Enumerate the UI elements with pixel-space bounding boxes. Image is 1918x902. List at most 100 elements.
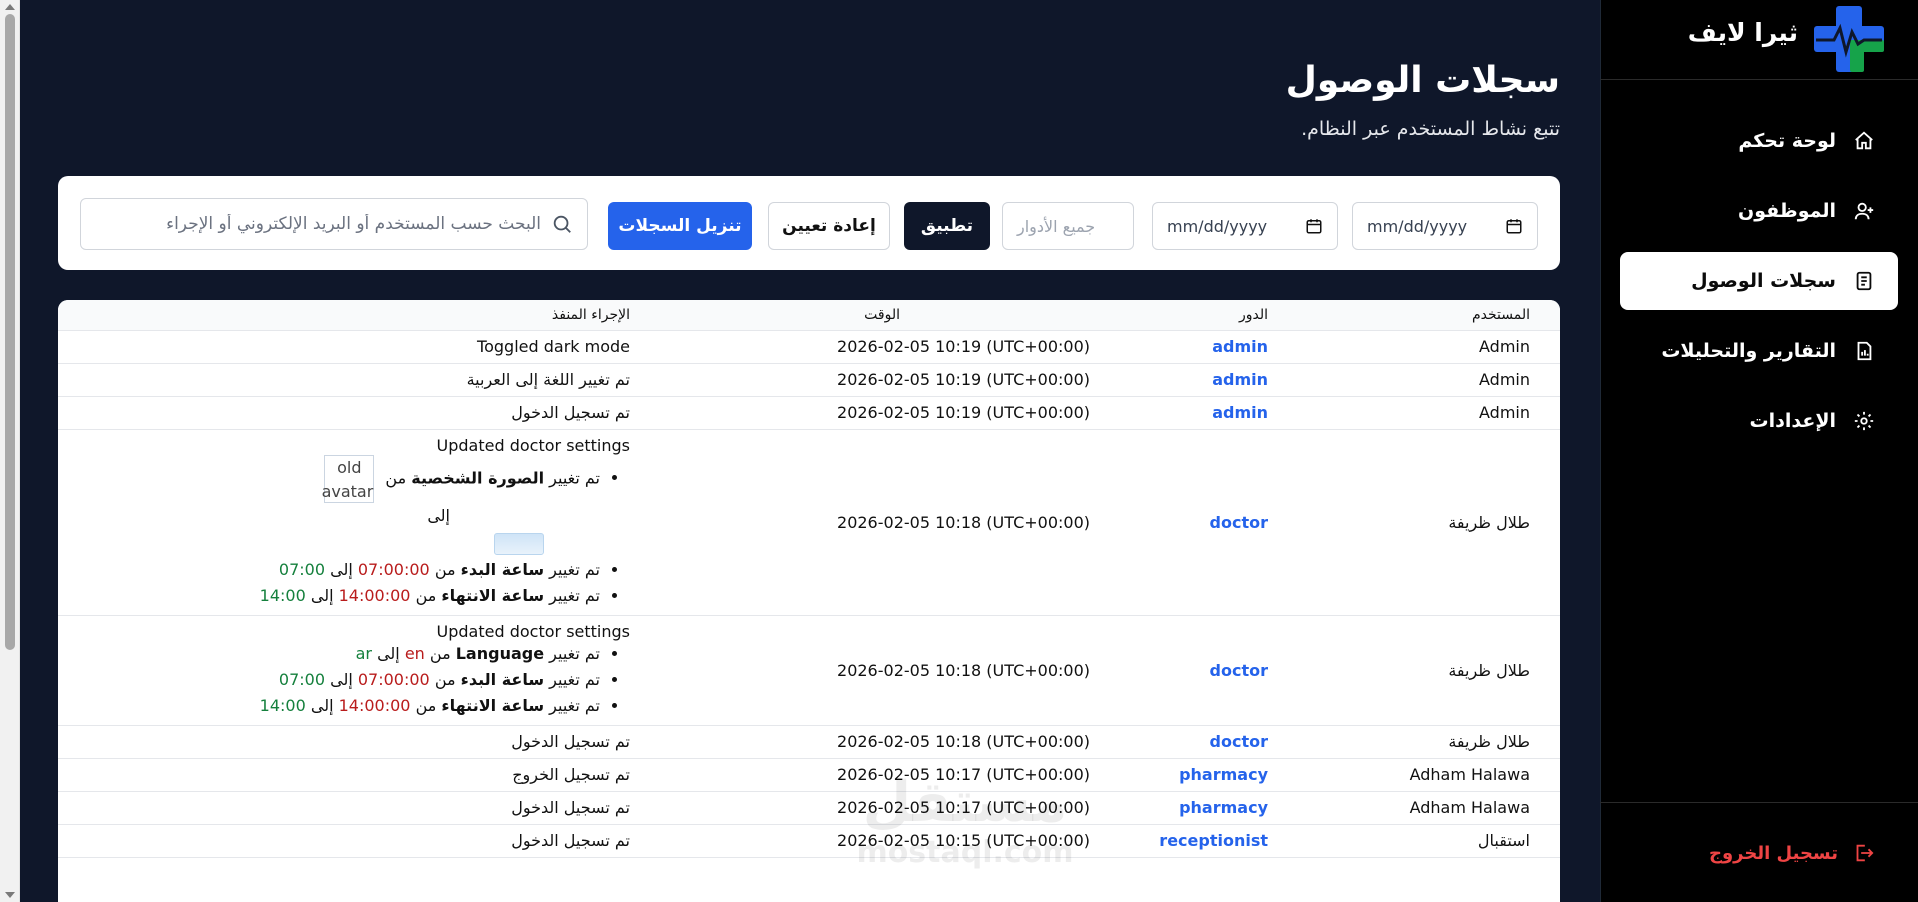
cell-action: تم تسجيل الدخول [511,831,630,850]
change-list: تم تغيير Language من en إلى ar تم تغيير … [58,641,612,719]
cell-role: admin [1212,337,1268,356]
cell-time: 2026-02-05 10:15 (UTC+00:00) [837,831,1090,850]
cell-time: 2026-02-05 10:19 (UTC+00:00) [837,370,1090,389]
date-from-input[interactable]: mm/dd/yyyy [1352,202,1538,250]
calendar-icon [1506,219,1522,234]
role-select[interactable]: جميع الأدوار [1002,202,1134,250]
cell-action: تم تسجيل الدخول [511,732,630,751]
apply-button[interactable]: تطبيق [904,202,990,250]
cell-action: تم تغيير اللغة إلى العربية [466,370,630,389]
role-select-value: جميع الأدوار [1017,216,1096,236]
page-subtitle: تتبع نشاط المستخدم عبر النظام. [1301,118,1560,140]
table-header-row: المستخدم الدور الوقت الإجراء المنفذ [58,300,1560,331]
cell-time: 2026-02-05 10:17 (UTC+00:00) [837,798,1090,817]
cell-time: 2026-02-05 10:18 (UTC+00:00) [837,512,1090,532]
new-avatar-image [494,532,544,555]
page-title: سجلات الوصول [1285,60,1560,101]
sidebar-item-label: التقارير والتحليلات [1661,340,1836,362]
sidebar: ثيرا لايف لوحة تحكم الموظفون سجلات الوصو… [1600,0,1918,902]
scroll-down-arrow[interactable] [5,892,15,898]
report-icon [1852,339,1876,363]
cell-action: Updated doctor settings [436,435,630,455]
filter-bar: mm/dd/yyyy mm/dd/yyyy جميع الأدوار تطبيق… [58,176,1560,270]
sidebar-item-label: الموظفون [1738,200,1836,222]
cell-user: Adham Halawa [1290,758,1560,792]
home-icon [1852,129,1876,153]
cell-user: طلال ظريفة [1290,725,1560,759]
date-to-input[interactable]: mm/dd/yyyy [1152,202,1338,250]
scroll-up-arrow[interactable] [5,4,15,10]
cell-role: pharmacy [1179,798,1268,817]
change-item: تم تغيير Language من en إلى ar [58,641,600,667]
cell-role: doctor [1209,660,1268,680]
cell-time: 2026-02-05 10:19 (UTC+00:00) [837,337,1090,356]
change-item: تم تغيير الصورة الشخصية من old avatar إل… [58,454,600,555]
logs-table: المستخدم الدور الوقت الإجراء المنفذ Admi… [58,300,1560,902]
table-row: طلال ظريفة doctor 2026-02-05 10:18 (UTC+… [58,615,1560,726]
cell-user: طلال ظريفة [1290,429,1560,616]
change-item: تم تغيير ساعة البدء من 07:00:00 إلى 07:0… [58,557,600,583]
cell-action: تم تسجيل الخروج [512,765,630,784]
cell-role: receptionist [1159,831,1268,850]
cell-user: Adham Halawa [1290,791,1560,825]
window-scrollbar[interactable] [0,0,20,902]
cell-user: Admin [1290,363,1560,397]
col-header-time: الوقت [630,300,1090,331]
table-row: طلال ظريفة doctor 2026-02-05 10:18 (UTC+… [58,429,1560,616]
cell-action: Updated doctor settings [436,621,630,641]
sidebar-item-access-logs[interactable]: سجلات الوصول [1620,252,1898,310]
cell-user: استقبال [1290,824,1560,858]
col-header-user: المستخدم [1290,300,1560,331]
cell-role: admin [1212,403,1268,422]
search-input[interactable] [95,214,551,234]
date-placeholder: mm/dd/yyyy [1367,216,1468,236]
table-row: Adham Halawa pharmacy 2026-02-05 10:17 (… [58,791,1560,825]
cell-time: 2026-02-05 10:18 (UTC+00:00) [837,660,1090,680]
user-plus-icon [1852,199,1876,223]
sidebar-item-label: سجلات الوصول [1691,270,1836,292]
cell-action: تم تسجيل الدخول [511,798,630,817]
cell-user: Admin [1290,330,1560,364]
brand: ثيرا لايف [1600,0,1918,80]
gear-icon [1852,409,1876,433]
old-avatar-image: old avatar [322,454,375,503]
calendar-icon [1306,219,1322,234]
clipboard-icon [1852,269,1876,293]
download-logs-button[interactable]: تنزيل السجلات [608,202,752,250]
cell-action: Toggled dark mode [477,337,630,356]
col-header-action: الإجراء المنفذ [58,300,630,331]
search-icon [553,215,571,233]
cell-action: تم تسجيل الدخول [511,403,630,422]
sidebar-item-dashboard[interactable]: لوحة تحكم [1620,112,1898,170]
table-row: استقبال receptionist 2026-02-05 10:15 (U… [58,824,1560,858]
col-header-role: الدور [1090,300,1290,331]
date-placeholder: mm/dd/yyyy [1167,216,1268,236]
cell-role: admin [1212,370,1268,389]
cell-user: طلال ظريفة [1290,615,1560,726]
change-item: تم تغيير ساعة الانتهاء من 14:00:00 إلى 1… [58,583,600,609]
logout-button[interactable]: تسجيل الخروج [1709,841,1876,865]
search-box[interactable] [80,198,588,250]
sidebar-item-label: الإعدادات [1749,410,1836,432]
scroll-thumb[interactable] [5,14,15,650]
reset-button[interactable]: إعادة تعيين [768,202,890,250]
cell-role: doctor [1209,512,1268,532]
change-item: تم تغيير ساعة البدء من 07:00:00 إلى 07:0… [58,667,600,693]
change-item: تم تغيير ساعة الانتهاء من 14:00:00 إلى 1… [58,693,600,719]
cell-time: 2026-02-05 10:18 (UTC+00:00) [837,732,1090,751]
change-list: تم تغيير الصورة الشخصية من old avatar إل… [58,454,612,609]
cell-role: pharmacy [1179,765,1268,784]
sidebar-nav: لوحة تحكم الموظفون سجلات الوصول التقارير… [1620,112,1898,462]
table-row: Admin admin 2026-02-05 10:19 (UTC+00:00)… [58,363,1560,397]
cell-user: Admin [1290,396,1560,430]
table-row: Admin admin 2026-02-05 10:19 (UTC+00:00)… [58,396,1560,430]
cell-time: 2026-02-05 10:19 (UTC+00:00) [837,403,1090,422]
brand-logo-icon [1814,6,1884,72]
sidebar-item-reports[interactable]: التقارير والتحليلات [1620,322,1898,380]
table-row: Admin admin 2026-02-05 10:19 (UTC+00:00)… [58,330,1560,364]
sidebar-item-settings[interactable]: الإعدادات [1620,392,1898,450]
sidebar-item-staff[interactable]: الموظفون [1620,182,1898,240]
table-row: طلال ظريفة doctor 2026-02-05 10:18 (UTC+… [58,725,1560,759]
sidebar-footer: تسجيل الخروج [1600,802,1918,902]
brand-name: ثيرا لايف [1687,18,1798,47]
